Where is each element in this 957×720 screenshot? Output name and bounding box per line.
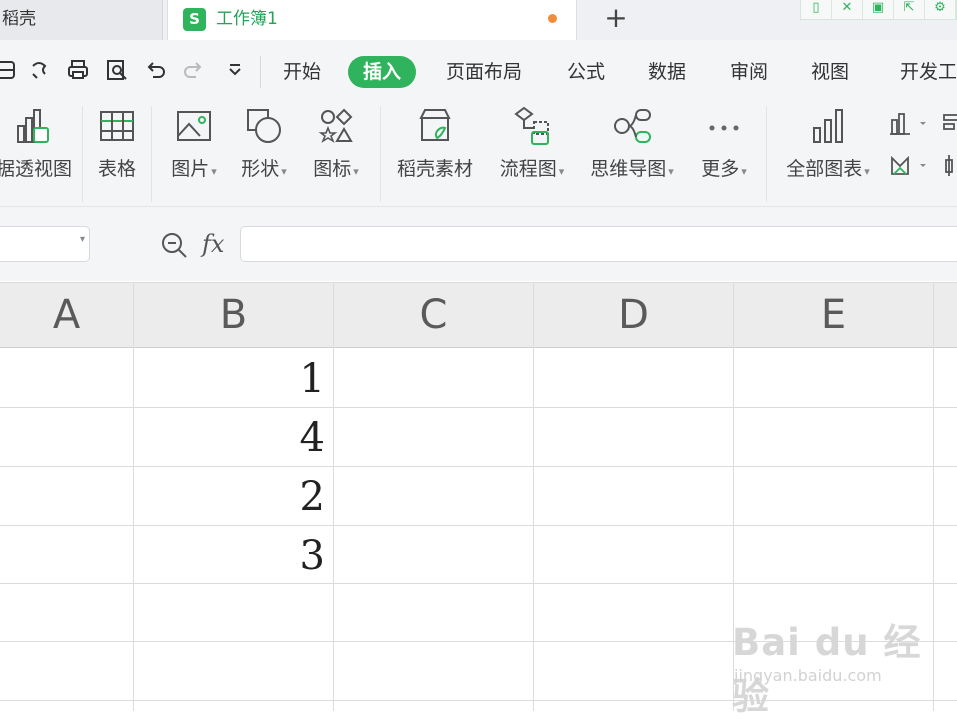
save-icon[interactable] <box>0 58 18 84</box>
column-chart-icon <box>890 113 926 135</box>
table-label: 表格 <box>97 158 136 180</box>
grid-line <box>533 282 534 711</box>
insert-function-button[interactable]: fx <box>202 226 224 262</box>
customize-dropdown-icon[interactable] <box>222 58 248 84</box>
area-chart-icon <box>891 155 926 175</box>
column-header-c[interactable]: C <box>334 282 533 348</box>
more-label: 更多 ▾ <box>701 158 747 180</box>
all-charts-button[interactable]: 全部图表 ▾ <box>780 106 876 181</box>
name-box[interactable]: ▾ <box>0 226 90 262</box>
ribbon-divider <box>82 106 83 202</box>
spreadsheet-icon: S <box>183 8 206 31</box>
menu-formula[interactable]: 公式 <box>567 56 605 88</box>
mindmap-label: 思维导图 ▾ <box>590 158 674 180</box>
print-icon[interactable] <box>65 58 91 84</box>
menu-page-layout[interactable]: 页面布局 <box>446 56 522 88</box>
watermark-url: jingyan.baidu.com <box>734 666 882 685</box>
baidu-watermark: Bai du 经验 jingyan.baidu.com <box>732 612 932 718</box>
icon-button[interactable]: 图标 ▾ <box>306 106 366 181</box>
ribbon-divider <box>766 106 767 202</box>
share-icon[interactable]: ⇱ <box>894 0 925 19</box>
menu-review[interactable]: 审阅 <box>730 56 768 88</box>
menu-insert[interactable]: 插入 <box>348 56 417 88</box>
cell-b3[interactable]: 2 <box>134 468 325 526</box>
grid-line <box>333 282 334 711</box>
pivot-chart-label: 据透视图 <box>0 158 73 180</box>
zoom-icon[interactable] <box>159 230 189 260</box>
fullscreen-icon[interactable]: ✕ <box>832 0 863 19</box>
icon-label: 图标 ▾ <box>313 158 359 180</box>
restore-icon[interactable]: ▣ <box>863 0 894 19</box>
column-header-b[interactable]: B <box>134 282 333 348</box>
menu-data[interactable]: 数据 <box>648 56 686 88</box>
menu-developer[interactable]: 开发工 <box>900 56 957 88</box>
column-header-e[interactable]: E <box>734 282 933 348</box>
picture-button[interactable]: 图片 ▾ <box>164 106 224 181</box>
grid-line <box>733 282 734 711</box>
grid-line <box>0 641 957 642</box>
settings-icon[interactable]: ⚙ <box>925 0 956 19</box>
picture-label: 图片 ▾ <box>171 158 217 180</box>
redo-alt-icon[interactable] <box>27 58 53 84</box>
watermark-brand: Bai du 经验 <box>732 621 922 718</box>
horizontal-bar-icon <box>943 114 957 130</box>
mobile-icon[interactable]: ▯ <box>801 0 832 19</box>
flowchart-button[interactable]: 流程图 ▾ <box>494 106 570 181</box>
tab-workbook-title: 工作簿1 <box>216 9 278 29</box>
table-icon <box>100 111 134 141</box>
pivot-chart-icon <box>17 109 49 143</box>
all-charts-label: 全部图表 ▾ <box>786 158 870 180</box>
pivot-chart-button[interactable]: 据透视图 <box>0 106 73 181</box>
redo-icon[interactable] <box>180 58 206 84</box>
stock-chart-dropdown[interactable] <box>942 152 957 180</box>
store-icon <box>419 109 451 141</box>
toolbar-divider <box>260 56 261 88</box>
shape-icon <box>247 109 281 143</box>
mindmap-icon <box>614 109 651 143</box>
new-tab-button[interactable]: + <box>600 0 632 40</box>
window-controls: ▯ ✕ ▣ ⇱ ⚙ <box>800 0 957 20</box>
bar-chart-h-dropdown[interactable] <box>942 110 957 138</box>
print-preview-icon[interactable] <box>104 58 130 84</box>
bar-chart-icon <box>813 109 843 143</box>
area-chart-dropdown[interactable] <box>888 152 928 180</box>
more-button[interactable]: 更多 ▾ <box>694 106 754 181</box>
ribbon-divider <box>380 106 381 202</box>
docer-material-label: 稻壳素材 <box>396 158 473 180</box>
icon-library-icon <box>318 108 353 143</box>
tab-home-label: 稻壳 <box>2 9 36 29</box>
tab-workbook[interactable]: S 工作簿1 <box>167 0 577 40</box>
stock-chart-icon <box>945 155 953 176</box>
cell-b1[interactable]: 1 <box>134 350 325 408</box>
docer-material-button[interactable]: 稻壳素材 <box>393 106 477 181</box>
menu-start[interactable]: 开始 <box>283 56 321 88</box>
mindmap-button[interactable]: 思维导图 ▾ <box>584 106 680 181</box>
shape-button[interactable]: 形状 ▾ <box>234 106 294 181</box>
column-header-d[interactable]: D <box>534 282 733 348</box>
column-header-a[interactable]: A <box>0 282 133 348</box>
formula-input[interactable] <box>240 226 957 262</box>
menu-view[interactable]: 视图 <box>811 56 849 88</box>
grid-line <box>933 282 934 711</box>
unsaved-dot-icon <box>548 14 557 23</box>
table-button[interactable]: 表格 <box>94 106 140 181</box>
picture-icon <box>177 111 211 141</box>
column-chart-dropdown[interactable] <box>888 110 928 138</box>
ribbon-divider <box>151 106 152 202</box>
cell-b4[interactable]: 3 <box>134 527 325 585</box>
grid-line <box>0 700 957 701</box>
more-dots-icon <box>709 125 739 131</box>
tab-bar: 稻壳 S 工作簿1 + ▯ ✕ ▣ ⇱ ⚙ <box>0 0 957 41</box>
tab-home[interactable]: 稻壳 <box>0 0 163 40</box>
flowchart-label: 流程图 ▾ <box>499 158 565 180</box>
chevron-down-icon[interactable]: ▾ <box>80 234 85 245</box>
undo-icon[interactable] <box>143 58 169 84</box>
flowchart-icon <box>514 106 549 145</box>
cell-b2[interactable]: 4 <box>134 409 325 467</box>
shape-label: 形状 ▾ <box>241 158 287 180</box>
